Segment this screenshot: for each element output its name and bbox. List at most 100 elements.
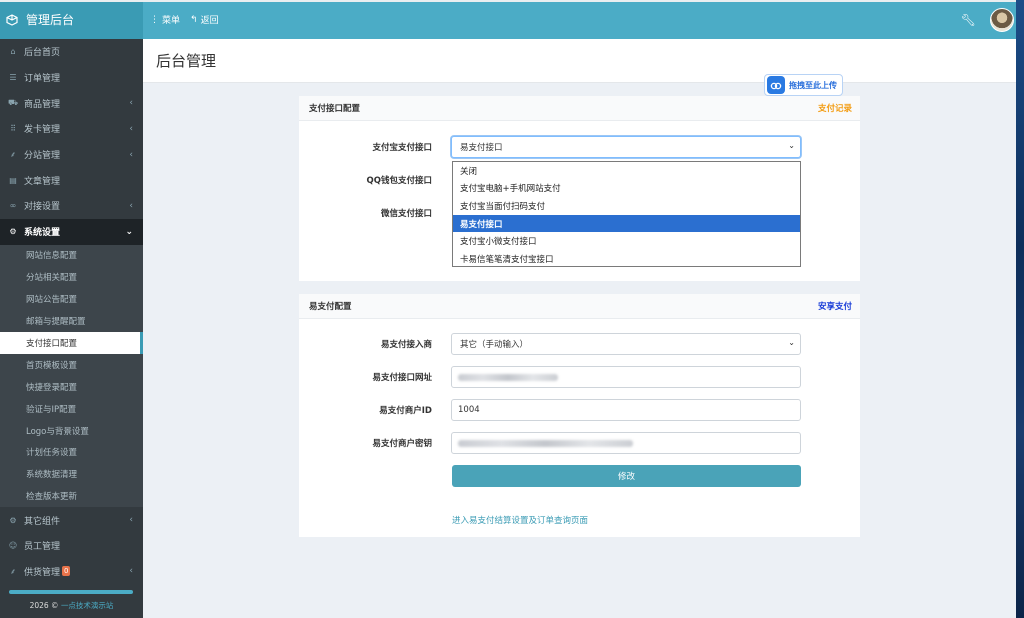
brand[interactable]: 管理后台 [0,0,143,39]
dropdown-option[interactable]: 卡易信笔笔清支付宝接口 [453,250,800,268]
api-url-input[interactable] [451,366,801,388]
submenu-site-info[interactable]: 网站信息配置 [0,245,143,267]
list-icon: ☰ [9,73,17,83]
sidebar-item-label: 供货管理 [24,567,61,578]
cube-icon [6,13,18,26]
chevron-down-icon: ⌄ [788,141,795,150]
submenu-home-template[interactable]: 首页模板设置 [0,354,143,376]
sidebar-item-cards[interactable]: ⠿ 发卡管理 ‹ [0,116,143,142]
cloud-upload-icon [767,76,785,94]
home-icon: ⌂ [10,47,16,57]
sidebar-item-label: 后台首页 [24,48,61,59]
brand-title: 管理后台 [26,13,75,27]
api-url-row: 易支付接口网址 [299,366,860,388]
sidebar-item-system-settings[interactable]: ⚙ 系统设置 ⌄ [0,218,143,245]
sidebar-item-other-components[interactable]: ⚙ 其它组件 ‹ [0,507,143,533]
back-button[interactable]: ↰ 返回 [190,13,219,27]
drag-upload-button[interactable]: 拖拽至此上传 [764,74,843,96]
dropdown-option-selected[interactable]: 易支付接口 [453,214,800,233]
top-navbar: 管理后台 ⋮ 菜单 ↰ 返回 🔧︎ [0,0,1016,39]
chevron-left-icon: ‹ [129,98,133,109]
sidebar-item-label: 其它组件 [24,516,61,527]
dropdown-option[interactable]: 支付宝当面付扫码支付 [453,197,800,215]
chevron-left-icon: ‹ [129,149,133,160]
back-label: 返回 [200,16,219,26]
submenu-cron-tasks[interactable]: 计划任务设置 [0,442,143,464]
submenu-payment-config[interactable]: 支付接口配置 [0,332,143,354]
alipay-label: 支付宝支付接口 [372,143,432,153]
chevron-down-icon: ⌄ [788,338,795,347]
submenu-check-update[interactable]: 检查版本更新 [0,485,143,507]
sidebar-item-label: 订单管理 [24,74,61,85]
submit-button[interactable]: 修改 [452,465,801,487]
sidebar-item-label: 员工管理 [24,542,61,553]
merchant-key-input[interactable] [451,432,801,454]
provider-label: 易支付接入商 [380,340,432,350]
sidebar-item-home[interactable]: ⌂ 后台首页 [0,39,143,65]
sidebar-item-orders[interactable]: ☰ 订单管理 [0,65,143,91]
anxiang-pay-link[interactable]: 安享支付 [818,300,852,312]
submenu-data-cleanup[interactable]: 系统数据清理 [0,463,143,485]
merchant-id-row: 易支付商户ID 1004 [299,399,860,421]
api-url-label: 易支付接口网址 [372,373,432,383]
sidebar-item-label: 分站管理 [24,151,61,162]
provider-row: 易支付接入商 其它（手动输入） ⌄ [299,333,860,355]
user-icon: ☺ [8,541,18,551]
sidebar-footer: 2026 © 一点技术演示站 [0,600,143,611]
sidebar-item-supply[interactable]: ⸙ 供货管理 0 ‹ [0,559,143,585]
submenu-substation-config[interactable]: 分站相关配置 [0,266,143,288]
chevron-left-icon: ‹ [129,515,133,526]
settlement-page-link[interactable]: 进入易支付结算设置及订单查询页面 [452,514,588,526]
provider-select[interactable]: 其它（手动输入） ⌄ [451,333,801,355]
submenu-email-alerts[interactable]: 邮箱与提醒配置 [0,310,143,332]
sidebar-item-substations[interactable]: ⸙ 分站管理 ‹ [0,142,143,168]
payment-records-link[interactable]: 支付记录 [818,102,852,114]
epay-config-panel: 易支付配置 安享支付 易支付接入商 其它（手动输入） ⌄ 易支付接口网址 易支付… [299,294,860,537]
menu-toggle-label: 菜单 [162,16,181,26]
panel-title: 易支付配置 [309,302,352,312]
submenu-verify-ip[interactable]: 验证与IP配置 [0,398,143,420]
chevron-down-icon: ⌄ [125,226,133,237]
panel-title: 支付接口配置 [309,104,361,114]
link-icon: ∞ [9,201,17,211]
sidebar-item-products[interactable]: ⛟ 商品管理 ‹ [0,90,143,116]
wrench-icon[interactable]: 🔧︎ [961,13,976,27]
merchant-id-input[interactable]: 1004 [451,399,801,421]
sidebar-item-articles[interactable]: ▤ 文章管理 [0,167,143,193]
page-title: 后台管理 [143,39,1016,83]
submenu-announcement[interactable]: 网站公告配置 [0,288,143,310]
select-value: 其它（手动输入） [460,340,529,350]
sidebar-item-label: 发卡管理 [24,125,61,136]
sidebar-item-label: 文章管理 [24,176,61,187]
dropdown-option[interactable]: 关闭 [453,162,800,180]
supply-icon: ⸙ [10,566,16,576]
main-content: 后台管理 拖拽至此上传 支付接口配置 支付记录 支付宝支付接口 易支付接口 ⌄ … [143,39,1016,618]
chevron-left-icon: ‹ [129,566,133,577]
wechat-label: 微信支付接口 [380,209,432,219]
menu-toggle-button[interactable]: ⋮ 菜单 [150,13,181,27]
sidebar-item-label: 商品管理 [24,99,61,110]
supply-count-badge: 0 [62,566,71,577]
grid-icon: ⠿ [10,124,16,134]
submenu-quick-login[interactable]: 快捷登录配置 [0,376,143,398]
gear-icon: ⚙ [9,227,17,237]
reply-icon: ↰ [190,14,198,25]
panel-header: 易支付配置 安享支付 [299,294,860,319]
dropdown-option[interactable]: 支付宝电脑+手机网站支付 [453,180,800,198]
dropdown-option[interactable]: 支付宝小微支付接口 [453,232,800,250]
sidebar-item-integration[interactable]: ∞ 对接设置 ‹ [0,193,143,219]
sidebar-item-label: 对接设置 [24,202,61,213]
desktop-background-strip [1016,0,1024,618]
alipay-interface-select[interactable]: 易支付接口 ⌄ [451,136,801,158]
submenu-logo-background[interactable]: Logo与背景设置 [0,420,143,442]
qq-wallet-label: QQ钱包支付接口 [366,176,432,186]
sidebar: ⌂ 后台首页 ☰ 订单管理 ⛟ 商品管理 ‹ ⠿ 发卡管理 ‹ ⸙ 分站管理 ‹… [0,39,143,618]
avatar[interactable] [990,8,1014,32]
select-value: 易支付接口 [460,143,503,153]
sidebar-item-staff[interactable]: ☺ 员工管理 [0,533,143,559]
upload-label: 拖拽至此上传 [789,80,837,90]
top-nav: ⋮ 菜单 ↰ 返回 [143,13,219,27]
blurred-key [458,439,633,447]
alipay-options-dropdown: 关闭 支付宝电脑+手机网站支付 支付宝当面付扫码支付 易支付接口 支付宝小微支付… [452,161,801,267]
site-link[interactable]: 一点技术演示站 [61,601,114,610]
